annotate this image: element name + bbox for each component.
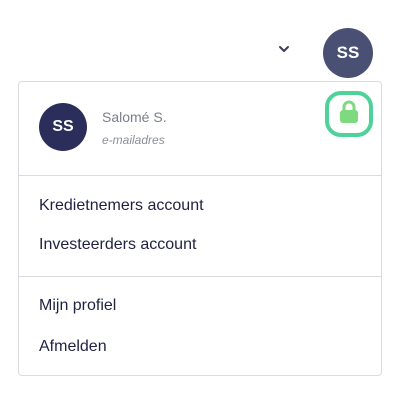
user-name: Salomé S. [102,109,167,125]
avatar-initials: SS [336,43,360,62]
divider [19,175,381,176]
avatar-initials: SS [52,118,74,135]
lock-icon[interactable] [338,100,360,129]
lock-highlight[interactable] [325,91,373,137]
menu-item-logout[interactable]: Afmelden [39,338,107,356]
avatar: SS [39,103,87,151]
menu-item-investor-account[interactable]: Investeerders account [39,236,196,254]
menu-item-my-profile[interactable]: Mijn profiel [39,297,116,315]
account-dropdown-menu: SS Salomé S. e-mailadres Kredietnemers a… [18,81,382,376]
user-email: e-mailadres [102,133,165,147]
chevron-down-icon[interactable] [277,42,291,56]
user-avatar-button[interactable]: SS [323,28,373,78]
page: SS SS Salomé S. e-mailadres Kredietnemer… [0,0,400,400]
dropdown-user-header: SS Salomé S. e-mailadres [19,82,381,175]
menu-item-borrower-account[interactable]: Kredietnemers account [39,197,204,215]
divider [19,276,381,277]
